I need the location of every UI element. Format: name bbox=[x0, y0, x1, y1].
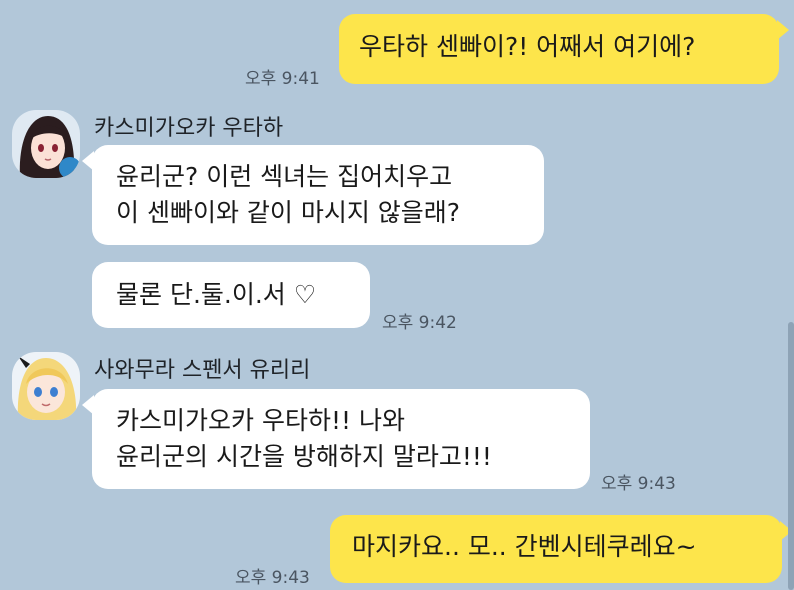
scrollbar[interactable] bbox=[788, 322, 794, 590]
message-time: 오후 9:42 bbox=[382, 313, 457, 333]
message-text: 마지카요.. 모.. 간벤시테쿠레요~ bbox=[352, 532, 697, 561]
message-text: 카스미가오카 우타하!! 나와 bbox=[116, 406, 405, 435]
message-text: 윤리군의 시간을 방해하지 말라고!!! bbox=[116, 442, 492, 471]
message-text: 윤리군? 이런 섹녀는 집어치우고 bbox=[116, 162, 453, 191]
sender-name: 카스미가오카 우타하 bbox=[94, 116, 284, 141]
bubble-tail bbox=[82, 395, 94, 415]
received-message-bubble[interactable]: 카스미가오카 우타하!! 나와 윤리군의 시간을 방해하지 말라고!!! bbox=[92, 389, 590, 489]
message-time: 오후 9:43 bbox=[235, 568, 310, 588]
sender-name: 사와무라 스펜서 유리리 bbox=[94, 358, 311, 383]
my-message-bubble[interactable]: 우타하 센빠이?! 어째서 여기에? bbox=[339, 14, 779, 84]
received-message-bubble[interactable]: 물론 단.둘.이.서 ♡ bbox=[92, 262, 370, 328]
bubble-tail bbox=[777, 20, 789, 40]
message-text: 물론 단.둘.이.서 ♡ bbox=[116, 280, 317, 309]
message-text: 우타하 센빠이?! 어째서 여기에? bbox=[359, 32, 696, 61]
avatar[interactable] bbox=[12, 352, 80, 420]
message-time: 오후 9:43 bbox=[601, 474, 676, 494]
message-text: 이 센빠이와 같이 마시지 않을래? bbox=[116, 198, 461, 227]
my-message-bubble[interactable]: 마지카요.. 모.. 간벤시테쿠레요~ bbox=[330, 515, 782, 583]
message-time: 오후 9:41 bbox=[245, 69, 320, 89]
avatar[interactable] bbox=[12, 110, 80, 178]
bubble-tail bbox=[82, 151, 94, 171]
avatar-blonde-girl-icon bbox=[12, 352, 80, 420]
avatar-dark-haired-girl-icon bbox=[12, 110, 80, 178]
received-message-bubble[interactable]: 윤리군? 이런 섹녀는 집어치우고 이 센빠이와 같이 마시지 않을래? bbox=[92, 145, 544, 245]
